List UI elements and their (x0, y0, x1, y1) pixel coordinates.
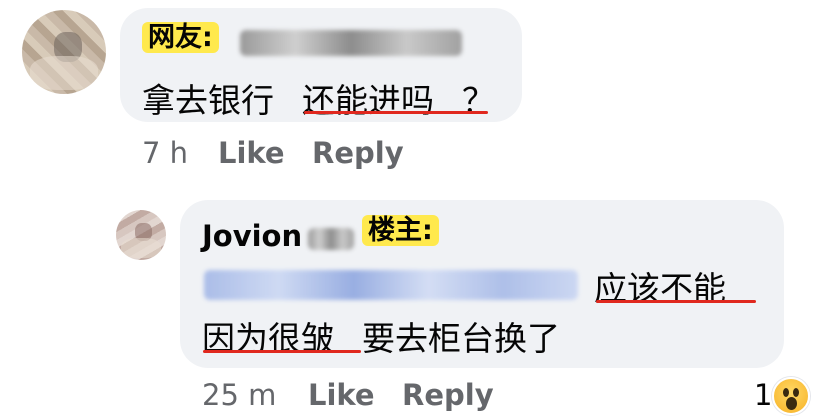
wow-emoji-icon[interactable] (772, 377, 810, 415)
reply-text-line2-rest: 要去柜台换了 (362, 319, 560, 358)
red-underline (304, 111, 488, 114)
user-tag-label: 网友: (142, 22, 219, 54)
red-underline (596, 300, 756, 303)
reply-author-avatar[interactable] (116, 210, 166, 260)
op-tag-label: 楼主: (362, 215, 439, 247)
reply-author-name[interactable]: Jovion (202, 219, 302, 253)
comment-text-start: 拿去银行 (142, 81, 274, 120)
mentioned-user-blurred[interactable] (204, 270, 578, 300)
reply-button[interactable]: Reply (312, 136, 404, 170)
reaction-count[interactable]: 1 (754, 378, 772, 412)
reply-timestamp[interactable]: 25 m (202, 378, 276, 412)
comment-text-underlined: 还能进吗 (302, 81, 434, 120)
commenter-avatar[interactable] (22, 10, 106, 94)
like-button[interactable]: Like (308, 378, 375, 412)
comment-text-end: ？ (462, 81, 495, 120)
comment-timestamp[interactable]: 7 h (142, 136, 188, 170)
like-button[interactable]: Like (218, 136, 285, 170)
commenter-name-blurred[interactable] (240, 30, 462, 56)
reply-author-surname-blurred[interactable] (308, 228, 354, 250)
reply-button[interactable]: Reply (402, 378, 494, 412)
red-underline (203, 350, 361, 353)
